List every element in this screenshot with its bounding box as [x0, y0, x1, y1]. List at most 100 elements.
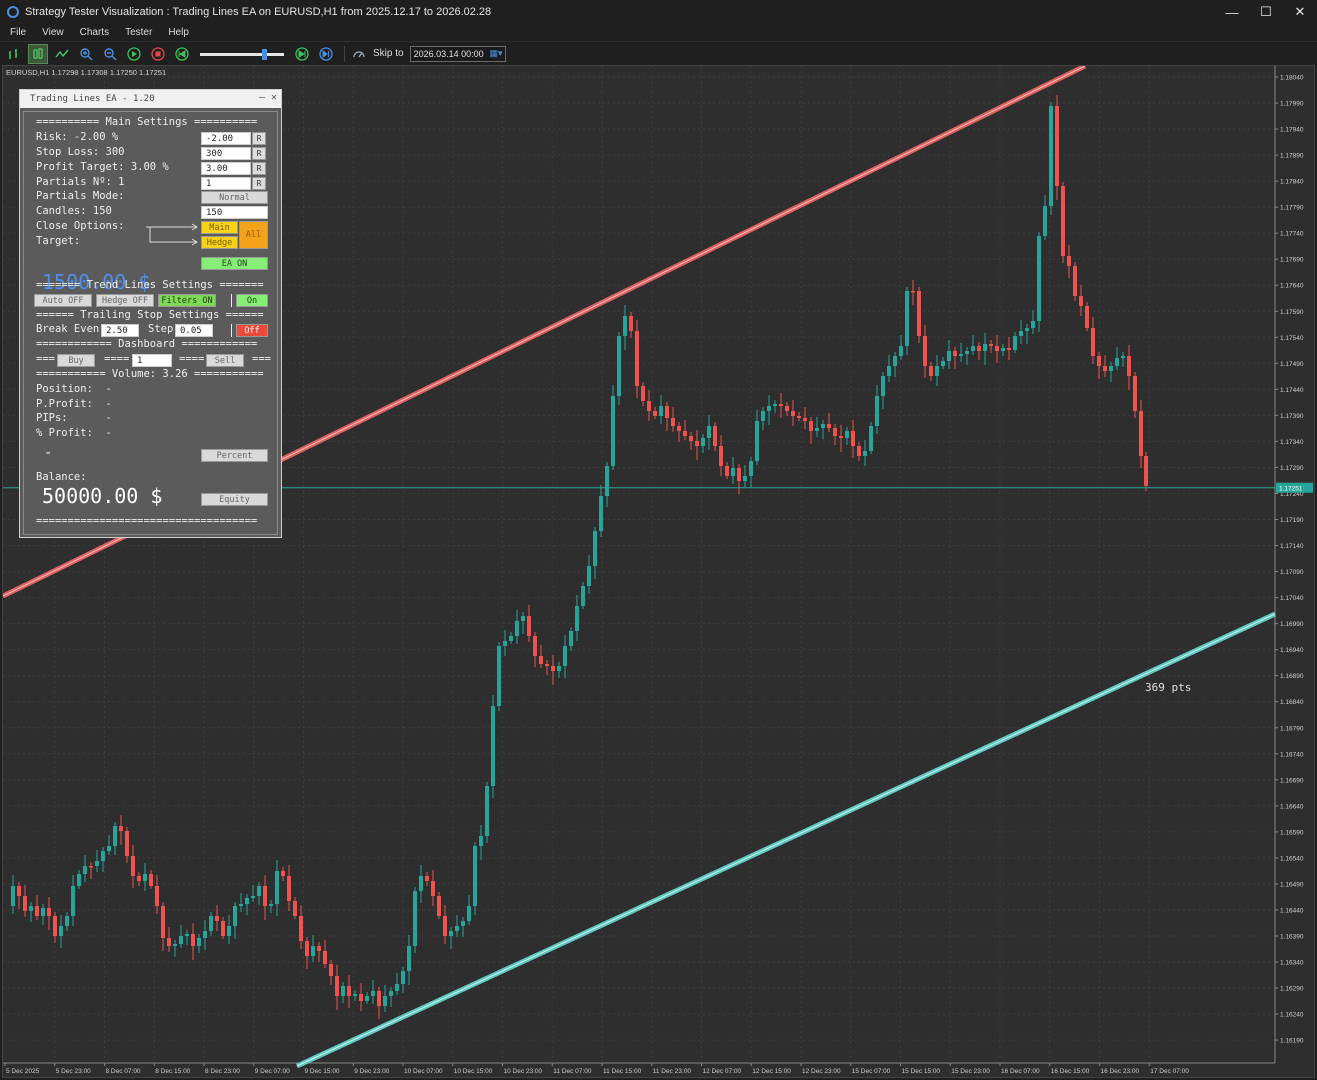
minimize-button[interactable]: — [1215, 0, 1249, 24]
close-hedge-button[interactable]: Hedge [201, 236, 238, 249]
close-all-button[interactable]: All [239, 221, 268, 249]
partials-mode-button[interactable]: Normal [201, 191, 268, 204]
target-label: Target: [36, 235, 81, 247]
candle-body [179, 936, 183, 944]
candle-body [521, 616, 525, 621]
close-options-label: Close Options: [36, 220, 125, 232]
close-button[interactable]: ✕ [1283, 0, 1317, 24]
price-label: 1.18040 [1280, 75, 1304, 82]
candle-body [995, 346, 999, 351]
zoom-in-icon[interactable] [76, 44, 96, 64]
skip-date-input[interactable]: 2026.03.14 00:00 ▦▾ [409, 45, 506, 62]
menu-tester[interactable]: Tester [125, 27, 152, 38]
calendar-icon[interactable]: ▦▾ [490, 48, 503, 59]
lower-trend-line-core [296, 613, 1276, 1067]
skip-to-icon[interactable] [349, 44, 369, 64]
percent-button[interactable]: Percent [201, 449, 268, 462]
price-label: 1.17790 [1280, 205, 1304, 212]
hedge-off-button[interactable]: Hedge OFF [96, 294, 154, 307]
stop-loss-input[interactable]: 300 [201, 147, 251, 160]
candle-body [929, 366, 933, 376]
ea-minimize-button[interactable]: — [259, 92, 265, 103]
candle-body [305, 941, 309, 956]
candle-body [875, 396, 879, 426]
line-chart-icon[interactable] [52, 44, 72, 64]
candlestick-chart-icon[interactable] [28, 43, 48, 64]
profit-target-input[interactable]: 3.00 [201, 162, 251, 175]
candle-body [359, 994, 363, 1001]
trailing-divider [231, 324, 232, 337]
candle-body [551, 666, 555, 671]
rewind-icon[interactable] [172, 44, 192, 64]
buy-button[interactable]: Buy [57, 354, 95, 367]
filters-on-button[interactable]: Filters ON [158, 294, 216, 307]
candle-body [893, 356, 897, 366]
partials-no-input[interactable]: 1 [201, 177, 251, 190]
candle-body [581, 586, 585, 606]
risk-input[interactable]: -2.00 [201, 132, 251, 145]
candle-body [197, 938, 201, 946]
candle-body [221, 921, 225, 936]
sell-button[interactable]: Sell [206, 354, 244, 367]
candle-body [803, 418, 807, 421]
fast-forward-icon[interactable] [292, 44, 312, 64]
ea-panel-header[interactable]: Trading Lines EA - 1.20 — ✕ [20, 90, 281, 108]
speed-slider[interactable] [198, 44, 288, 64]
candle-body [653, 411, 657, 416]
candles-input[interactable]: 150 [201, 206, 268, 219]
ea-close-button[interactable]: ✕ [271, 92, 277, 103]
time-label: 10 Dec 07:00 [404, 1068, 443, 1075]
candle-body [383, 996, 387, 1006]
risk-reset-button[interactable]: R [252, 132, 266, 145]
play-icon[interactable] [124, 44, 144, 64]
candle-body [1007, 348, 1011, 350]
equity-button[interactable]: Equity [201, 493, 268, 506]
candle-body [965, 351, 969, 354]
candle-body [779, 404, 783, 406]
auto-off-button[interactable]: Auto OFF [34, 294, 92, 307]
dashboard-left-sep: === [36, 353, 55, 365]
menu-file[interactable]: File [10, 27, 26, 38]
skip-end-icon[interactable] [316, 44, 336, 64]
candle-body [119, 826, 123, 831]
candle-body [443, 916, 447, 936]
price-label: 1.16940 [1280, 647, 1304, 654]
candle-body [761, 411, 765, 421]
time-label: 9 Dec 07:00 [255, 1068, 290, 1075]
candle-body [239, 904, 243, 906]
profit-target-reset-button[interactable]: R [252, 162, 266, 175]
candle-body [797, 416, 801, 418]
price-label: 1.17190 [1280, 517, 1304, 524]
partials-no-reset-button[interactable]: R [252, 177, 266, 190]
time-label: 9 Dec 15:00 [305, 1068, 340, 1075]
maximize-button[interactable]: ☐ [1249, 0, 1283, 24]
candle-body [959, 354, 963, 356]
candle-body [737, 468, 741, 481]
candle-body [563, 646, 567, 666]
ea-on-button[interactable]: EA ON [201, 257, 268, 270]
candle-body [137, 876, 141, 881]
break-even-input[interactable]: 2.50 [101, 324, 139, 337]
trend-lines-on-button[interactable]: On [236, 294, 268, 307]
lot-input[interactable]: 1 [132, 354, 172, 367]
trailing-off-button[interactable]: Off [236, 324, 268, 337]
time-label: 15 Dec 07:00 [852, 1068, 891, 1075]
candle-body [515, 621, 519, 636]
candle-body [587, 566, 591, 586]
menu-view[interactable]: View [42, 27, 64, 38]
candle-body [35, 906, 39, 916]
candle-body [935, 366, 939, 376]
candle-body [263, 886, 267, 906]
step-input[interactable]: 0.05 [175, 324, 213, 337]
candle-body [455, 926, 459, 931]
close-main-button[interactable]: Main [201, 221, 238, 234]
stop-loss-reset-button[interactable]: R [252, 147, 266, 160]
risk-label: Risk: -2.00 % [36, 131, 119, 143]
zoom-out-icon[interactable] [100, 44, 120, 64]
candle-body [389, 991, 393, 996]
bar-chart-icon[interactable] [4, 44, 24, 64]
menu-help[interactable]: Help [168, 27, 189, 38]
stop-icon[interactable] [148, 44, 168, 64]
dashboard-separator: ============ Dashboard ============ [36, 338, 258, 350]
menu-charts[interactable]: Charts [80, 27, 109, 38]
